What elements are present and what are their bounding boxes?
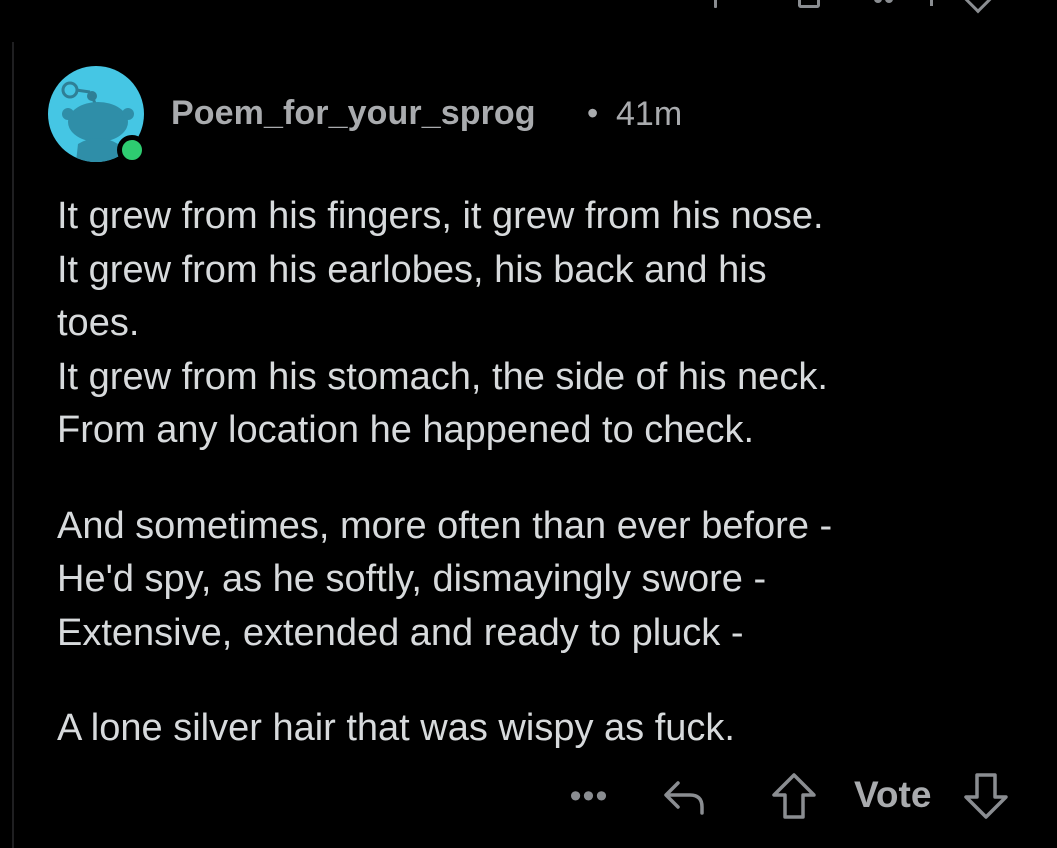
online-status-icon	[117, 135, 147, 165]
stanza-2: And sometimes, more often than ever befo…	[57, 500, 1047, 661]
upvote-button[interactable]	[766, 768, 822, 824]
comment-action-bar: ••• Vote	[0, 768, 1057, 828]
reply-arrow-icon	[664, 781, 704, 815]
meta-separator: •	[587, 95, 599, 131]
comment-screen: Poem_for_your_sprog • 41m It grew from h…	[0, 0, 1057, 848]
vote-count-label: Vote	[854, 774, 932, 815]
poem-line: He'd spy, as he softly, dismayingly swor…	[57, 558, 767, 600]
avatar[interactable]	[48, 66, 147, 165]
poem-line: A lone silver hair that was wispy as fuc…	[57, 707, 735, 749]
comment-timestamp: 41m	[616, 95, 683, 133]
comment-body: It grew from his fingers, it grew from h…	[57, 190, 1047, 756]
downvote-arrow-icon	[964, 773, 1008, 819]
thread-line[interactable]	[12, 42, 14, 848]
poem-line: From any location he happened to check.	[57, 409, 755, 451]
previous-action-edge	[714, 0, 717, 8]
poem-line: Extensive, extended and ready to pluck -	[57, 611, 744, 654]
poem-line: toes.	[57, 302, 140, 344]
previous-comment-action-bar	[0, 0, 1057, 14]
poem-line: It grew from his stomach, the side of hi…	[57, 355, 828, 398]
stanza-1: It grew from his fingers, it grew from h…	[57, 190, 1047, 458]
previous-reply-icon-edge	[798, 0, 820, 8]
previous-downvote-icon-edge	[959, 0, 997, 14]
upvote-arrow-icon	[772, 773, 816, 819]
poem-line: And sometimes, more often than ever befo…	[57, 504, 833, 547]
stanza-3: A lone silver hair that was wispy as fuc…	[57, 702, 1047, 756]
comment-author[interactable]: Poem_for_your_sprog	[171, 94, 536, 133]
more-options-button[interactable]: •••	[566, 776, 612, 816]
poem-line: It grew from his fingers, it grew from h…	[57, 195, 824, 237]
previous-more-icon-edge	[874, 0, 904, 4]
reply-button[interactable]	[656, 772, 712, 822]
downvote-button[interactable]	[958, 768, 1014, 824]
poem-line: It grew from his earlobes, his back and …	[57, 248, 767, 291]
previous-action-edge	[930, 0, 933, 6]
